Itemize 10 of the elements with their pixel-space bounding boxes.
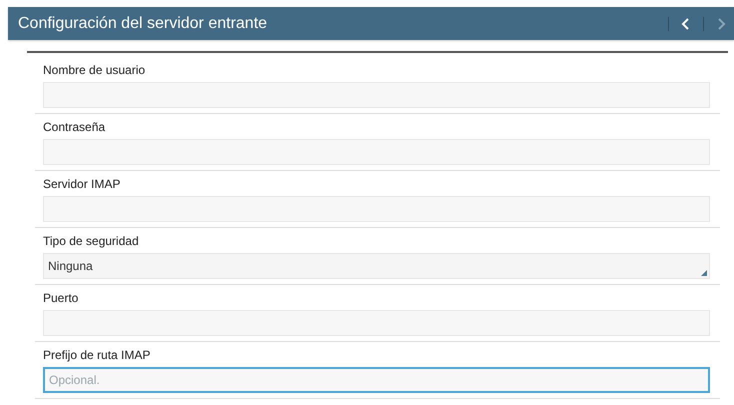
field-label: Puerto bbox=[43, 290, 80, 307]
field-label: Prefijo de ruta IMAP bbox=[43, 347, 152, 364]
window-title: Configuración del servidor entrante bbox=[18, 14, 268, 34]
dropdown-triangle-icon bbox=[701, 270, 707, 276]
field-label: Servidor IMAP bbox=[43, 176, 122, 193]
field-label: Tipo de seguridad bbox=[43, 233, 140, 250]
input-field[interactable]: Opcional. bbox=[43, 367, 710, 393]
security-type-select[interactable]: Ninguna bbox=[43, 253, 710, 279]
field-label: Nombre de usuario bbox=[43, 62, 146, 79]
field-label: Contraseña bbox=[43, 119, 106, 136]
